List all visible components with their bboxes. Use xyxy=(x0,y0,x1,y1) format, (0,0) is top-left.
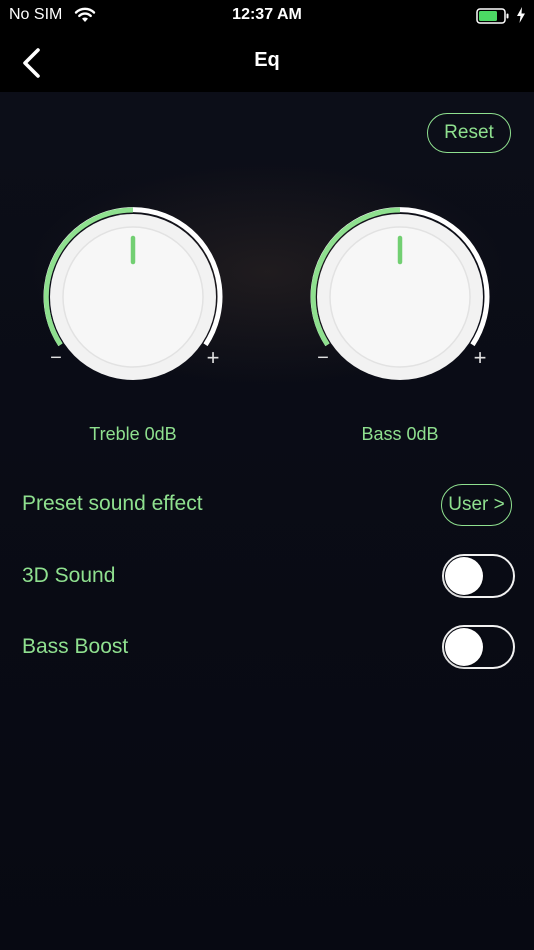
bass-knob[interactable]: − + xyxy=(305,202,495,392)
bass-boost-label: Bass Boost xyxy=(22,635,129,658)
treble-knob[interactable]: − + xyxy=(38,202,228,392)
battery-icon xyxy=(476,8,509,24)
bass-boost-toggle[interactable] xyxy=(442,625,515,669)
reset-button[interactable]: Reset xyxy=(427,113,511,153)
treble-plus-label: + xyxy=(207,345,220,370)
treble-label: Treble 0dB xyxy=(89,424,177,444)
bass-label: Bass 0dB xyxy=(361,424,439,444)
bass-minus-label: − xyxy=(317,347,329,369)
nav-bar: Eq xyxy=(0,32,534,92)
3d-sound-label: 3D Sound xyxy=(22,564,116,587)
toggle-thumb xyxy=(445,628,483,666)
treble-minus-label: − xyxy=(50,347,62,369)
toggle-thumb xyxy=(445,557,483,595)
clock-time: 12:37 AM xyxy=(232,6,302,23)
eq-content: Reset − + Treble 0dB − + Bass 0dB Preset… xyxy=(0,92,534,950)
3d-sound-toggle[interactable] xyxy=(442,554,515,598)
preset-user-button[interactable]: User > xyxy=(441,484,512,526)
charging-bolt-icon xyxy=(517,7,525,23)
page-title: Eq xyxy=(254,49,280,71)
status-bar: No SIM 12:37 AM xyxy=(0,0,534,32)
preset-sound-effect-label: Preset sound effect xyxy=(22,492,203,515)
bass-plus-label: + xyxy=(474,345,487,370)
